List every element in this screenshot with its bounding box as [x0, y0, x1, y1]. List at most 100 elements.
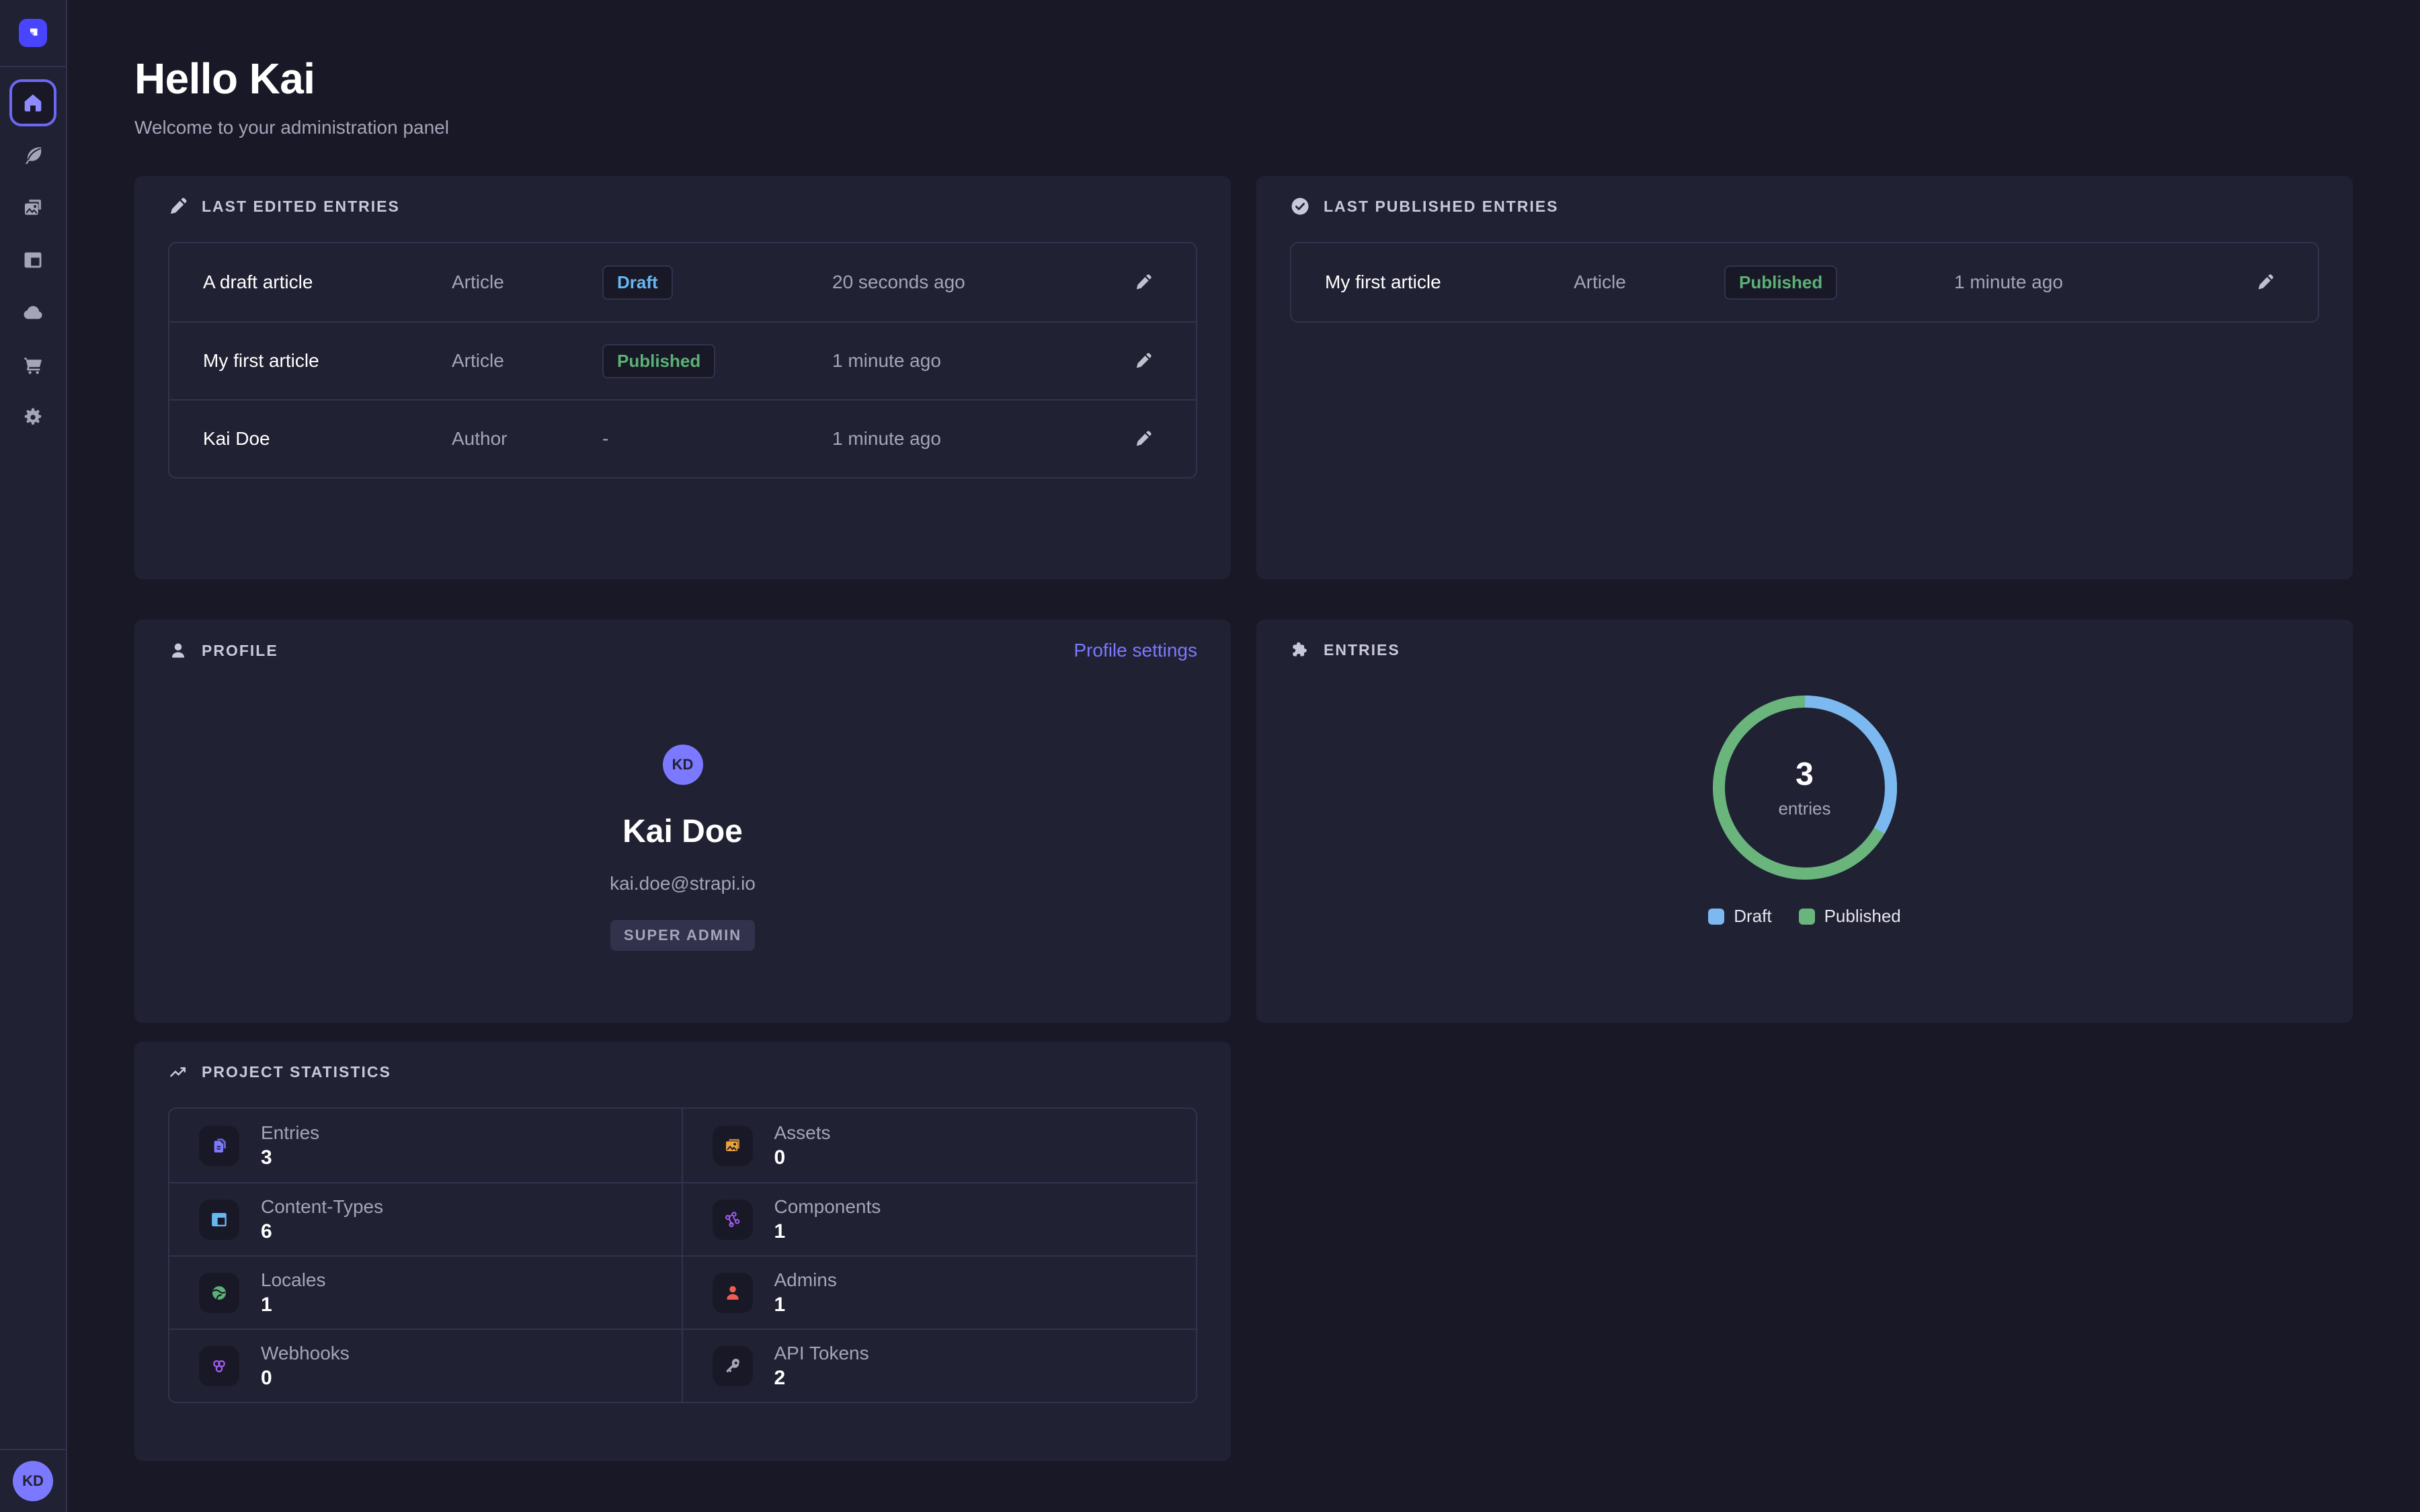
entry-name: My first article — [203, 350, 452, 372]
stat-label: Components — [774, 1196, 881, 1218]
role-badge: SUPER ADMIN — [610, 920, 755, 951]
table-row[interactable]: My first article Article Published 1 min… — [1291, 243, 2318, 321]
sidebar-item-deploy-cloud[interactable] — [9, 289, 56, 336]
strapi-logo-icon — [24, 24, 42, 42]
status-badge: Draft — [602, 265, 673, 300]
table-row[interactable]: My first article Article Published 1 min… — [169, 321, 1196, 399]
sidebar-item-content-manager[interactable] — [9, 132, 56, 179]
legend-label: Draft — [1734, 906, 1771, 927]
edit-entry-button[interactable] — [2247, 263, 2284, 301]
stat-value: 1 — [774, 1294, 837, 1316]
entry-name: A draft article — [203, 271, 452, 293]
pencil-icon — [2256, 273, 2275, 292]
profile-email: kai.doe@strapi.io — [610, 873, 756, 894]
panel-title-entries: ENTRIES — [1324, 641, 1400, 659]
donut-center-label: entries — [1778, 798, 1830, 819]
puzzle-icon — [1290, 640, 1310, 660]
stat-webhooks: Webhooks 0 — [169, 1329, 683, 1402]
project-statistics-panel: PROJECT STATISTICS Entries 3 — [134, 1042, 1231, 1461]
home-icon — [22, 91, 44, 114]
entry-time: 1 minute ago — [832, 350, 1125, 372]
stat-entries: Entries 3 — [169, 1109, 683, 1182]
status-badge: Published — [1724, 265, 1837, 300]
edit-entry-button[interactable] — [1125, 263, 1162, 301]
sidebar-nav — [9, 79, 56, 441]
sidebar-footer: KD — [0, 1449, 66, 1512]
stat-admins: Admins 1 — [683, 1255, 1197, 1329]
stat-content-types: Content-Types 6 — [169, 1182, 683, 1255]
stat-label: API Tokens — [774, 1343, 869, 1364]
stat-value: 0 — [774, 1146, 831, 1169]
entry-kind: Article — [452, 271, 602, 293]
legend-item-published: Published — [1799, 906, 1901, 927]
entry-time: 1 minute ago — [1954, 271, 2247, 293]
stat-value: 3 — [261, 1146, 319, 1169]
stat-value: 2 — [774, 1367, 869, 1390]
sidebar-item-media-library[interactable] — [9, 184, 56, 231]
status-empty: - — [602, 428, 832, 450]
avatar: KD — [663, 745, 703, 785]
profile-name: Kai Doe — [622, 813, 743, 850]
stat-value: 1 — [774, 1220, 881, 1243]
stat-api-tokens: API Tokens 2 — [683, 1329, 1197, 1402]
profile-body: KD Kai Doe kai.doe@strapi.io SUPER ADMIN — [168, 661, 1197, 951]
strapi-logo[interactable] — [19, 19, 47, 47]
sidebar-footer-divider — [0, 1449, 66, 1450]
sidebar-item-content-type-builder[interactable] — [9, 237, 56, 284]
entry-time: 20 seconds ago — [832, 271, 1125, 293]
last-edited-table: A draft article Article Draft 20 seconds… — [168, 242, 1197, 478]
entry-kind: Author — [452, 428, 602, 450]
sidebar-item-settings[interactable] — [9, 394, 56, 441]
layout-icon — [199, 1200, 239, 1240]
entry-name: Kai Doe — [203, 428, 452, 450]
last-edited-entries-panel: LAST EDITED ENTRIES A draft article Arti… — [134, 176, 1231, 579]
stat-locales: Locales 1 — [169, 1255, 683, 1329]
profile-panel: PROFILE Profile settings KD Kai Doe kai.… — [134, 620, 1231, 1023]
layout-icon — [22, 249, 44, 271]
legend-item-draft: Draft — [1708, 906, 1771, 927]
donut-center-value: 3 — [1796, 756, 1814, 793]
gear-icon — [22, 406, 44, 429]
webhook-icon — [199, 1346, 239, 1386]
stats-table: Entries 3 Assets 0 — [168, 1107, 1197, 1403]
last-published-table: My first article Article Published 1 min… — [1290, 242, 2319, 323]
stat-label: Entries — [261, 1122, 319, 1144]
last-published-entries-panel: LAST PUBLISHED ENTRIES My first article … — [1256, 176, 2353, 579]
stat-components: Components 1 — [683, 1182, 1197, 1255]
table-row[interactable]: Kai Doe Author - 1 minute ago — [169, 399, 1196, 477]
pencil-icon — [1134, 429, 1153, 448]
pictures-icon — [713, 1126, 753, 1166]
sidebar-item-marketplace[interactable] — [9, 341, 56, 388]
panel-title-project-statistics: PROJECT STATISTICS — [202, 1063, 391, 1081]
table-row[interactable]: A draft article Article Draft 20 seconds… — [169, 243, 1196, 321]
entry-kind: Article — [452, 350, 602, 372]
panel-title-last-published: LAST PUBLISHED ENTRIES — [1324, 198, 1558, 216]
published-swatch — [1799, 909, 1815, 925]
stat-label: Assets — [774, 1122, 831, 1144]
strapi-admin-app: KD Hello Kai Welcome to your administrat… — [0, 0, 2420, 1512]
stat-label: Admins — [774, 1269, 837, 1291]
entry-time: 1 minute ago — [832, 428, 1125, 450]
stat-label: Content-Types — [261, 1196, 383, 1218]
edit-entry-button[interactable] — [1125, 420, 1162, 458]
user-icon — [168, 640, 188, 661]
stat-value: 1 — [261, 1294, 326, 1316]
components-icon — [713, 1200, 753, 1240]
user-menu-avatar[interactable]: KD — [13, 1461, 53, 1501]
chart-legend: Draft Published — [1708, 906, 1901, 927]
documents-icon — [199, 1126, 239, 1166]
entries-chart-panel: ENTRIES 3 entries — [1256, 620, 2353, 1023]
draft-swatch — [1708, 909, 1724, 925]
stat-value: 0 — [261, 1367, 350, 1390]
sidebar-item-home[interactable] — [9, 79, 56, 126]
cloud-icon — [22, 301, 44, 324]
pencil-icon — [168, 196, 188, 216]
stat-assets: Assets 0 — [683, 1109, 1197, 1182]
edit-entry-button[interactable] — [1125, 342, 1162, 380]
page-title: Hello Kai — [134, 54, 2353, 103]
trend-up-icon — [168, 1062, 188, 1082]
sidebar-divider — [0, 66, 66, 67]
entry-name: My first article — [1325, 271, 1574, 293]
profile-settings-link[interactable]: Profile settings — [1074, 640, 1197, 661]
stat-value: 6 — [261, 1220, 383, 1243]
